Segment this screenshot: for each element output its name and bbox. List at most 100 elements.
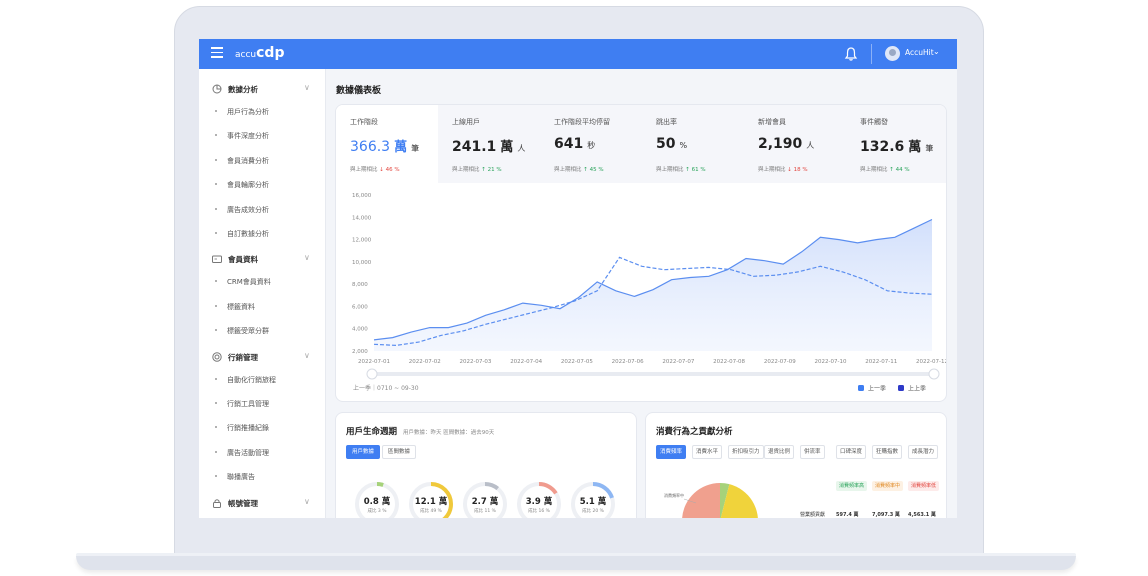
lifecycle-tab[interactable]: 用戶數據	[346, 445, 381, 459]
sidebar-item[interactable]: 自動化行銷旅程	[199, 371, 325, 389]
lifecycle-ring[interactable]: 0.8 萬成比 3 %	[354, 481, 400, 518]
lock-icon	[213, 498, 221, 508]
kpi-delta: ↑ 61 %	[684, 167, 705, 173]
contribution-tab[interactable]: 消費水平	[692, 445, 723, 459]
kpi-value: 132.6 萬筆	[860, 136, 933, 155]
sidebar-item-label: 行銷推播紀錄	[227, 424, 269, 433]
chevron-down-icon[interactable]: ∨	[304, 253, 310, 262]
sidebar-group-2[interactable]: 行銷管理 ∨	[199, 347, 325, 367]
legend-label[interactable]: 上上季	[908, 385, 926, 393]
ring-compare: 成比 20 %	[582, 509, 604, 514]
sidebar-item[interactable]: 會員輪廓分析	[199, 176, 325, 194]
contribution-tab[interactable]: 成長潛力	[908, 445, 939, 459]
kpi-value: 2,190 人	[758, 136, 814, 152]
sidebar-group-3[interactable]: 帳號管理 ∨	[199, 493, 325, 513]
bullet-dot	[215, 134, 217, 137]
brand-logo[interactable]: accucdp	[235, 45, 284, 61]
sidebar-item[interactable]: 廣告成效分析	[199, 201, 325, 219]
contribution-tab[interactable]: 折扣吸引力	[728, 445, 764, 459]
arrow-down-icon: ↓	[377, 167, 386, 173]
y-tick-label: 10,000	[352, 260, 372, 266]
kpi-tile[interactable]: 工作階段平均停留 641 秒與上期相比 ↑ 45 %	[540, 105, 642, 183]
legend-swatch[interactable]	[858, 385, 864, 391]
contribution-tab[interactable]: 狂購指數	[872, 445, 903, 459]
sidebar-item[interactable]: CRM會員資料	[199, 273, 325, 291]
kpi-tile[interactable]: 上線用戶 241.1 萬人與上期相比 ↑ 21 %	[438, 105, 540, 183]
kpi-number: 241.1	[452, 139, 497, 155]
brand-prefix: accu	[235, 50, 257, 60]
bullet-dot	[215, 329, 217, 332]
kpi-delta: ↑ 21 %	[480, 167, 501, 173]
sidebar-item[interactable]: 會員消費分析	[199, 152, 325, 170]
kpi-compare-label: 與上期相比	[350, 167, 378, 173]
kpi-unit-suffix: 筆	[925, 144, 934, 153]
sidebar-item-label: 標籤受眾分群	[227, 327, 269, 336]
bullet-dot	[215, 377, 217, 380]
user-name[interactable]: AccuHit	[905, 48, 934, 57]
sidebar-item-label: 聯播廣告	[227, 473, 255, 482]
chevron-down-icon[interactable]: ∨	[304, 83, 310, 92]
range-slider-handle-end[interactable]	[928, 368, 940, 380]
sidebar-item[interactable]: 行銷推播紀錄	[199, 419, 325, 437]
bullet-dot	[215, 158, 217, 161]
sidebar: 數據分析 ∨ 用戶行為分析 事件深度分析會員消費分析 會員輪廓分析 廣告成效分析 自訂數據分…	[199, 69, 326, 518]
x-tick-label: 2022-07-02	[409, 359, 441, 365]
x-tick-label: 2022-07-07	[662, 359, 694, 365]
range-slider-track[interactable]	[370, 372, 936, 376]
contribution-tab[interactable]: 口碑深度	[836, 445, 867, 459]
x-tick-label: 2022-07-04	[510, 359, 542, 365]
sidebar-item[interactable]: 自訂數據分析	[199, 225, 325, 243]
range-slider-handle-start[interactable]	[366, 368, 378, 380]
bullet-dot	[215, 304, 217, 307]
chevron-down-icon[interactable]: ⌄	[933, 47, 940, 56]
lifecycle-title-text: 用戶生命週期	[346, 427, 398, 437]
kpi-tile[interactable]: 新增會員 2,190 人與上期相比 ↓ 18 %	[744, 105, 846, 183]
sidebar-item[interactable]: 用戶行為分析	[199, 103, 325, 121]
sidebar-item-label: 廣告活動管理	[227, 448, 269, 457]
legend-label[interactable]: 上一季	[868, 385, 886, 393]
kpi-unit-suffix: 人	[806, 141, 815, 150]
contribution-tab[interactable]: 退貨比例	[764, 445, 795, 459]
sidebar-item[interactable]: 標籤受眾分群	[199, 322, 325, 340]
bell-icon[interactable]	[843, 46, 859, 62]
kpi-tile[interactable]: 工作階段 366.3 萬筆與上期相比 ↓ 46 %	[336, 105, 438, 183]
lifecycle-ring[interactable]: 5.1 萬成比 20 %	[570, 481, 616, 518]
contribution-tag[interactable]: 消費頻率高	[836, 481, 868, 491]
lifecycle-ring[interactable]: 12.1 萬成比 49 %	[408, 481, 454, 518]
y-tick-label: 16,000	[352, 193, 372, 199]
legend-swatch[interactable]	[898, 385, 904, 391]
kpi-compare: 與上期相比 ↓ 46 %	[350, 165, 400, 173]
series-area-0	[374, 219, 932, 351]
ring-value: 5.1 萬	[579, 497, 607, 507]
chevron-down-icon[interactable]: ∨	[304, 497, 310, 506]
sidebar-item[interactable]: 標籤資料	[199, 298, 325, 316]
pie-slice-low[interactable]	[682, 483, 720, 518]
kpi-compare: 與上期相比 ↑ 44 %	[860, 165, 910, 173]
contribution-tab[interactable]: 消費頻率	[656, 445, 687, 459]
sidebar-item[interactable]: 行銷工具管理	[199, 395, 325, 413]
contribution-tag[interactable]: 消費頻率中	[872, 481, 904, 491]
avatar[interactable]	[885, 46, 900, 61]
sidebar-item-label: 用戶行為分析	[227, 108, 269, 116]
sidebar-group-0[interactable]: 數據分析 ∨	[199, 79, 325, 99]
lifecycle-ring[interactable]: 2.7 萬成比 11 %	[462, 481, 508, 518]
kpi-tile[interactable]: 事件觸發 132.6 萬筆與上期相比 ↑ 44 %	[846, 105, 946, 183]
contribution-tab[interactable]: 併流率	[800, 445, 825, 459]
sidebar-item[interactable]: 聯播廣告	[199, 468, 325, 486]
kpi-delta: ↑ 45 %	[582, 167, 603, 173]
sidebar-item-label: CRM會員資料	[227, 278, 271, 287]
sidebar-item[interactable]: 廣告活動管理	[199, 444, 325, 462]
chevron-down-icon[interactable]: ∨	[304, 351, 310, 360]
sidebar-group-label: 行銷管理	[228, 352, 258, 362]
menu-icon[interactable]	[211, 47, 223, 59]
sidebar-item[interactable]: 事件深度分析	[199, 127, 325, 145]
sidebar-item-label: 自動化行銷旅程	[227, 375, 276, 384]
kpi-delta-value: 18 %	[793, 167, 808, 173]
sidebar-item-label: 事件深度分析	[227, 132, 269, 141]
contribution-tag[interactable]: 消費頻率低	[908, 481, 940, 491]
lifecycle-ring[interactable]: 3.9 萬成比 16 %	[516, 481, 562, 518]
kpi-tile[interactable]: 跳出率 50% 與上期相比 ↑ 61 %	[642, 105, 744, 183]
sidebar-group-1[interactable]: 會員資料 ∨	[199, 249, 325, 269]
lifecycle-tab[interactable]: 區間數據	[382, 445, 417, 459]
kpi-unit-suffix: 人	[517, 144, 526, 153]
